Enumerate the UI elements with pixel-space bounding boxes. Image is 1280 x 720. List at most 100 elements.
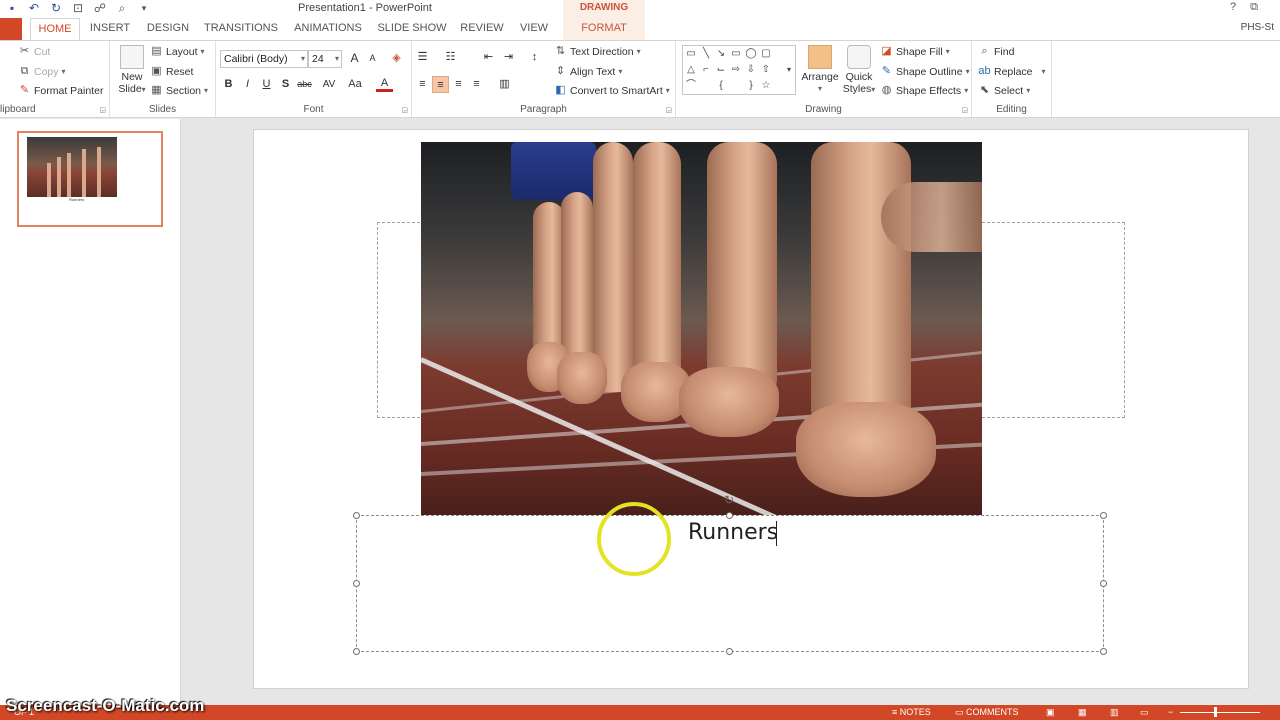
resize-handle-top-center[interactable] [726, 512, 733, 519]
resize-handle-middle-right[interactable] [1100, 580, 1107, 587]
left-brace-shape-icon[interactable]: { [715, 80, 727, 92]
change-case-button[interactable]: Aa [344, 76, 366, 93]
elbow-arrow-icon[interactable]: ⌙ [715, 64, 727, 76]
reset-icon: ▣ [151, 65, 162, 77]
cursor-icon: ⬉ [979, 84, 990, 96]
character-spacing-button[interactable]: AV [317, 76, 341, 93]
select-button[interactable]: ⬉ Select ▾ [978, 84, 1030, 97]
underline-button[interactable]: U [258, 76, 275, 93]
tab-view[interactable]: VIEW [514, 18, 554, 40]
tab-home[interactable]: HOME [30, 18, 80, 40]
bullets-icon[interactable]: ☰ [414, 49, 431, 66]
line-shape-icon[interactable]: ╲ [700, 48, 712, 60]
convert-to-smartart-button[interactable]: ◧ Convert to SmartArt ▾ [554, 84, 670, 97]
format-painter-button[interactable]: ✎ Format Painter [18, 84, 104, 97]
zoom-slider[interactable] [1180, 712, 1260, 713]
columns-icon[interactable]: ▥ [496, 76, 513, 93]
quick-styles-button[interactable]: Quick Styles▾ [842, 45, 876, 96]
line-spacing-icon[interactable]: ↕ [526, 49, 543, 66]
resize-handle-middle-left[interactable] [353, 580, 360, 587]
zoom-slider-thumb[interactable] [1214, 707, 1217, 717]
section-button[interactable]: ▦ Section ▾ [150, 84, 208, 97]
down-arrow-shape-icon[interactable]: ⇩ [745, 64, 757, 76]
resize-handle-top-right[interactable] [1100, 512, 1107, 519]
arrow-line-shape-icon[interactable]: ↘ [715, 48, 727, 60]
align-text-button[interactable]: ⇕ Align Text ▾ [554, 65, 622, 78]
resize-handle-bottom-center[interactable] [726, 648, 733, 655]
slideshow-view-icon[interactable]: ▭ [1140, 707, 1149, 718]
runners-photo[interactable] [421, 142, 982, 515]
tab-insert[interactable]: INSERT [86, 18, 134, 40]
shapes-gallery[interactable]: ▭ ╲ ↘ ▭ ◯ ▢ △ ⌐ ⌙ ⇨ ⇩ ⇧ ⌒ { } ☆ ▾ [682, 45, 796, 95]
help-icon[interactable]: ? [1230, 1, 1236, 14]
account-name[interactable]: PHS-St [1241, 22, 1274, 33]
decrease-indent-icon[interactable]: ⇤ [480, 49, 497, 66]
italic-button[interactable]: I [239, 76, 256, 93]
dialog-launcher-icon[interactable]: ◲ [961, 106, 968, 114]
tab-slide-show[interactable]: SLIDE SHOW [376, 18, 448, 40]
rounded-rect-shape-icon[interactable]: ▢ [760, 48, 772, 60]
shape-fill-button[interactable]: ◪ Shape Fill ▾ [880, 45, 949, 58]
shadow-button[interactable]: S [277, 76, 294, 93]
runner-hand [557, 352, 607, 404]
align-left-icon[interactable]: ≡ [414, 76, 431, 93]
textbox-shape-icon[interactable]: ▭ [685, 48, 697, 60]
up-arrow-shape-icon[interactable]: ⇧ [760, 64, 772, 76]
dialog-launcher-icon[interactable]: ◲ [99, 106, 106, 114]
arrange-button[interactable]: Arrange ▾ [800, 45, 840, 95]
tab-transitions[interactable]: TRANSITIONS [202, 18, 280, 40]
find-button[interactable]: ⌕ Find [978, 45, 1014, 58]
strikethrough-button[interactable]: abc [296, 76, 313, 93]
align-center-icon[interactable]: ≡ [432, 76, 449, 93]
file-tab[interactable] [0, 18, 22, 40]
align-right-icon[interactable]: ≡ [450, 76, 467, 93]
clear-formatting-icon[interactable]: ◈ [388, 50, 405, 67]
font-size-combo[interactable]: 24 ▾ [308, 50, 342, 68]
numbering-icon[interactable]: ☷ [442, 49, 459, 66]
comments-button[interactable]: ▭ COMMENTS [955, 707, 1019, 718]
star-shape-icon[interactable]: ☆ [760, 80, 772, 92]
bold-button[interactable]: B [220, 76, 237, 93]
oval-shape-icon[interactable]: ◯ [745, 48, 757, 60]
right-arrow-shape-icon[interactable]: ⇨ [730, 64, 742, 76]
font-color-button[interactable]: A [376, 76, 393, 92]
tab-design[interactable]: DESIGN [142, 18, 194, 40]
resize-handle-bottom-right[interactable] [1100, 648, 1107, 655]
slide-text-runners[interactable]: Runners [688, 520, 778, 545]
triangle-shape-icon[interactable]: △ [685, 64, 697, 76]
resize-handle-top-left[interactable] [353, 512, 360, 519]
shape-effects-button[interactable]: ◍ Shape Effects ▾ [880, 84, 969, 97]
text-direction-button[interactable]: ⇅ Text Direction ▾ [554, 45, 641, 58]
elbow-connector-icon[interactable]: ⌐ [700, 64, 712, 76]
increase-indent-icon[interactable]: ⇥ [500, 49, 517, 66]
curve-shape-icon[interactable]: ⌒ [685, 80, 697, 92]
reading-view-icon[interactable]: ▥ [1110, 707, 1119, 718]
shrink-font-button[interactable]: A [364, 50, 381, 67]
slide-thumbnail-1[interactable]: Runners [17, 131, 163, 227]
grow-font-button[interactable]: A [346, 50, 363, 67]
layout-button[interactable]: ▤ Layout ▾ [150, 45, 204, 58]
slide-sorter-icon[interactable]: ▦ [1078, 707, 1087, 718]
resize-handle-bottom-left[interactable] [353, 648, 360, 655]
cut-button[interactable]: ✂ Cut [18, 45, 50, 58]
notes-button[interactable]: ≡ NOTES [892, 707, 931, 717]
tab-review[interactable]: REVIEW [458, 18, 506, 40]
tab-format[interactable]: FORMAT [563, 18, 645, 40]
dialog-launcher-icon[interactable]: ◲ [401, 106, 408, 114]
right-brace-shape-icon[interactable]: } [745, 80, 757, 92]
ribbon-display-icon[interactable]: ⧉ [1250, 1, 1258, 14]
font-family-combo[interactable]: Calibri (Body) ▾ [220, 50, 308, 68]
tab-animations[interactable]: ANIMATIONS [290, 18, 366, 40]
copy-button[interactable]: ⧉ Copy ▾ [18, 65, 66, 78]
dialog-launcher-icon[interactable]: ◲ [665, 106, 672, 114]
replace-button[interactable]: ab Replace ▾ [978, 65, 1045, 78]
zoom-out-icon[interactable]: − [1168, 707, 1173, 717]
normal-view-icon[interactable]: ▣ [1046, 707, 1055, 718]
reset-button[interactable]: ▣ Reset [150, 65, 193, 78]
rotate-handle-icon[interactable]: ↻ [724, 494, 736, 506]
gallery-more-icon[interactable]: ▾ [783, 64, 795, 76]
justify-icon[interactable]: ≡ [468, 76, 485, 93]
shape-outline-button[interactable]: ✎ Shape Outline ▾ [880, 65, 970, 78]
new-slide-button[interactable]: New Slide▾ [114, 45, 150, 96]
rectangle-shape-icon[interactable]: ▭ [730, 48, 742, 60]
